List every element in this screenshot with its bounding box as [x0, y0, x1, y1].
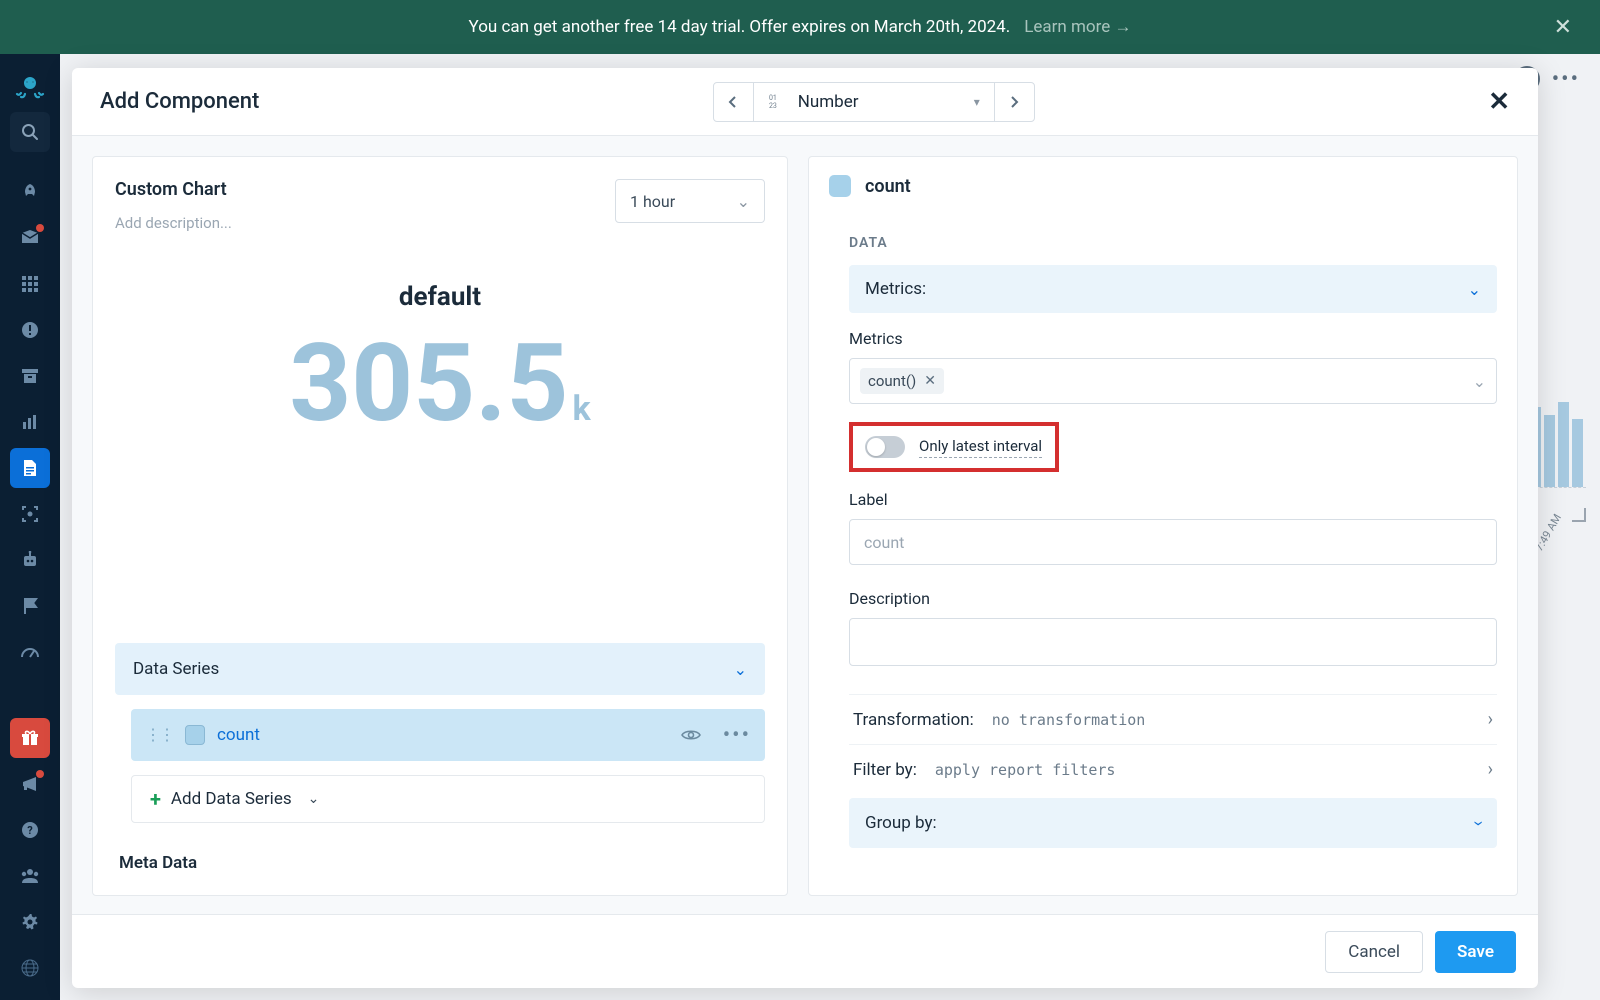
- chevron-down-icon: ⌄: [308, 791, 320, 807]
- metric-tag: count() ✕: [860, 368, 944, 394]
- gift-icon[interactable]: [10, 718, 50, 758]
- document-icon[interactable]: [10, 448, 50, 488]
- description-field-label: Description: [849, 589, 1497, 608]
- banner-message: You can get another free 14 day trial. O…: [469, 17, 1011, 37]
- description-input[interactable]: [849, 618, 1497, 666]
- modal-header: Add Component 0123 Number ▾: [72, 68, 1538, 136]
- type-dropdown[interactable]: 0123 Number ▾: [754, 83, 994, 121]
- more-icon[interactable]: •••: [1552, 67, 1580, 92]
- chart-title[interactable]: Custom Chart: [115, 179, 232, 200]
- svg-text:?: ?: [27, 824, 33, 837]
- interval-value: 1 hour: [630, 192, 675, 211]
- chevron-right-icon: ›: [1488, 759, 1493, 780]
- rocket-icon[interactable]: [10, 172, 50, 212]
- gauge-icon[interactable]: [10, 632, 50, 672]
- team-icon[interactable]: [10, 856, 50, 896]
- transformation-row[interactable]: Transformation: no transformation ›: [849, 694, 1497, 744]
- type-label: Number: [798, 92, 859, 112]
- only-latest-interval-toggle[interactable]: [865, 436, 905, 458]
- inbox-icon[interactable]: [10, 218, 50, 258]
- drag-handle-icon[interactable]: ⋮⋮: [145, 731, 173, 739]
- chart-description[interactable]: Add description...: [115, 214, 232, 232]
- archive-icon[interactable]: [10, 356, 50, 396]
- chart-icon[interactable]: [10, 402, 50, 442]
- search-icon[interactable]: [10, 112, 50, 152]
- label-input[interactable]: [849, 519, 1497, 565]
- big-number-value: 305.5k: [115, 330, 765, 438]
- sidebar: ?: [0, 54, 60, 1000]
- grid-icon[interactable]: [10, 264, 50, 304]
- preview-panel: Custom Chart Add description... 1 hour ⌄…: [92, 156, 788, 896]
- only-latest-interval-toggle-highlight: Only latest interval: [849, 422, 1059, 472]
- meta-data-section[interactable]: Meta Data: [115, 853, 765, 873]
- help-icon[interactable]: ?: [10, 810, 50, 850]
- series-color-chip[interactable]: [185, 725, 205, 745]
- component-type-picker: 0123 Number ▾: [713, 82, 1035, 122]
- svg-text:23: 23: [769, 102, 777, 110]
- number-type-icon: 0123: [768, 93, 786, 111]
- data-section-header: DATA: [849, 235, 1497, 251]
- config-panel: count DATA Metrics: ⌄ Metrics count(): [808, 156, 1518, 896]
- interval-dropdown[interactable]: 1 hour ⌄: [615, 179, 765, 223]
- chevron-down-icon: ⌄: [1468, 280, 1481, 299]
- label-field-label: Label: [849, 490, 1497, 509]
- alert-icon[interactable]: [10, 310, 50, 350]
- chevron-right-icon: ›: [1488, 709, 1493, 730]
- group-by-row[interactable]: Group by: ›: [849, 798, 1497, 848]
- background-area: ? ••• 7:49 AM Add Component 0123: [60, 54, 1600, 1000]
- series-item[interactable]: ⋮⋮ count •••: [131, 709, 765, 761]
- remove-tag-icon[interactable]: ✕: [924, 373, 936, 389]
- filter-row[interactable]: Filter by: apply report filters ›: [849, 744, 1497, 794]
- flag-icon[interactable]: [10, 586, 50, 626]
- promo-banner: You can get another free 14 day trial. O…: [0, 0, 1600, 54]
- scan-icon[interactable]: [10, 494, 50, 534]
- series-name: count: [217, 725, 260, 745]
- modal-title: Add Component: [100, 89, 259, 114]
- robot-icon[interactable]: [10, 540, 50, 580]
- metrics-input[interactable]: count() ✕ ⌄: [849, 358, 1497, 404]
- metrics-label: Metrics: [849, 329, 1497, 348]
- type-next-button[interactable]: [994, 83, 1034, 121]
- more-icon[interactable]: •••: [723, 723, 751, 748]
- type-prev-button[interactable]: [714, 83, 754, 121]
- plus-icon: +: [150, 787, 161, 811]
- resize-handle-icon[interactable]: [1572, 508, 1586, 522]
- only-latest-interval-label: Only latest interval: [919, 437, 1042, 458]
- cancel-button[interactable]: Cancel: [1325, 931, 1423, 973]
- add-series-button[interactable]: + Add Data Series ⌄: [131, 775, 765, 823]
- add-component-modal: Add Component 0123 Number ▾: [72, 68, 1538, 988]
- chevron-down-icon: ›: [1468, 820, 1489, 825]
- chevron-down-icon: ▾: [974, 95, 980, 109]
- globe-icon[interactable]: [10, 948, 50, 988]
- megaphone-icon[interactable]: [10, 764, 50, 804]
- visibility-icon[interactable]: [681, 728, 701, 742]
- metrics-accordion[interactable]: Metrics: ⌄: [849, 265, 1497, 313]
- number-display: default 305.5k: [115, 282, 765, 438]
- chevron-down-icon: ⌄: [737, 192, 750, 211]
- chevron-down-icon[interactable]: ⌄: [1473, 372, 1486, 391]
- series-color-chip[interactable]: [829, 175, 851, 197]
- save-button[interactable]: Save: [1435, 931, 1516, 973]
- gear-icon[interactable]: [10, 902, 50, 942]
- data-series-accordion[interactable]: Data Series ⌄: [115, 643, 765, 695]
- series-label: default: [115, 282, 765, 312]
- close-icon[interactable]: ✕: [1488, 87, 1510, 117]
- config-title: count: [865, 176, 911, 197]
- chevron-down-icon: ⌄: [734, 660, 747, 679]
- banner-learn-more[interactable]: Learn more →: [1024, 17, 1131, 37]
- logo-icon[interactable]: [10, 66, 50, 106]
- modal-footer: Cancel Save: [72, 914, 1538, 988]
- banner-close-icon[interactable]: ✕: [1554, 15, 1572, 40]
- svg-text:01: 01: [769, 94, 777, 102]
